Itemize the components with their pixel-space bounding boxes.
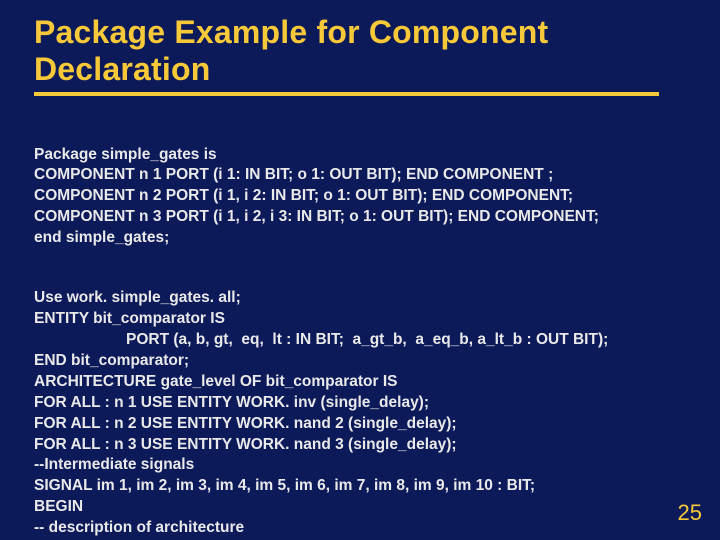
code-line: ARCHITECTURE gate_level OF bit_comparato… (34, 373, 397, 390)
code-line: END bit_comparator; (34, 352, 189, 369)
code-line: Use work. simple_gates. all; (34, 289, 241, 306)
code-block-package: Package simple_gates is COMPONENT n 1 PO… (34, 124, 692, 250)
code-line: ENTITY bit_comparator IS (34, 310, 225, 327)
title-line-2: Declaration (34, 51, 210, 87)
code-line: FOR ALL : n 3 USE ENTITY WORK. nand 3 (s… (34, 436, 457, 453)
code-line: Package simple_gates is (34, 146, 217, 163)
code-block-use: Use work. simple_gates. all; ENTITY bit_… (34, 267, 692, 540)
code-line-indented: PORT (a, b, gt, eq, lt : IN BIT; a_gt_b,… (34, 330, 608, 351)
code-line: FOR ALL : n 2 USE ENTITY WORK. nand 2 (s… (34, 415, 457, 432)
code-line: BEGIN (34, 498, 83, 515)
code-line: COMPONENT n 1 PORT (i 1: IN BIT; o 1: OU… (34, 166, 553, 183)
code-line: --Intermediate signals (34, 456, 194, 473)
code-line: COMPONENT n 2 PORT (i 1, i 2: IN BIT; o … (34, 187, 573, 204)
code-line: COMPONENT n 3 PORT (i 1, i 2, i 3: IN BI… (34, 208, 599, 225)
code-line: -- description of architecture (34, 519, 244, 536)
slide: Package Example for Component Declaratio… (0, 0, 720, 540)
code-line: FOR ALL : n 1 USE ENTITY WORK. inv (sing… (34, 394, 429, 411)
slide-title: Package Example for Component Declaratio… (34, 14, 692, 88)
title-line-1: Package Example for Component (34, 14, 548, 50)
code-line: SIGNAL im 1, im 2, im 3, im 4, im 5, im … (34, 477, 535, 494)
page-number: 25 (678, 500, 702, 526)
title-underline (34, 92, 659, 96)
code-line: end simple_gates; (34, 229, 169, 246)
